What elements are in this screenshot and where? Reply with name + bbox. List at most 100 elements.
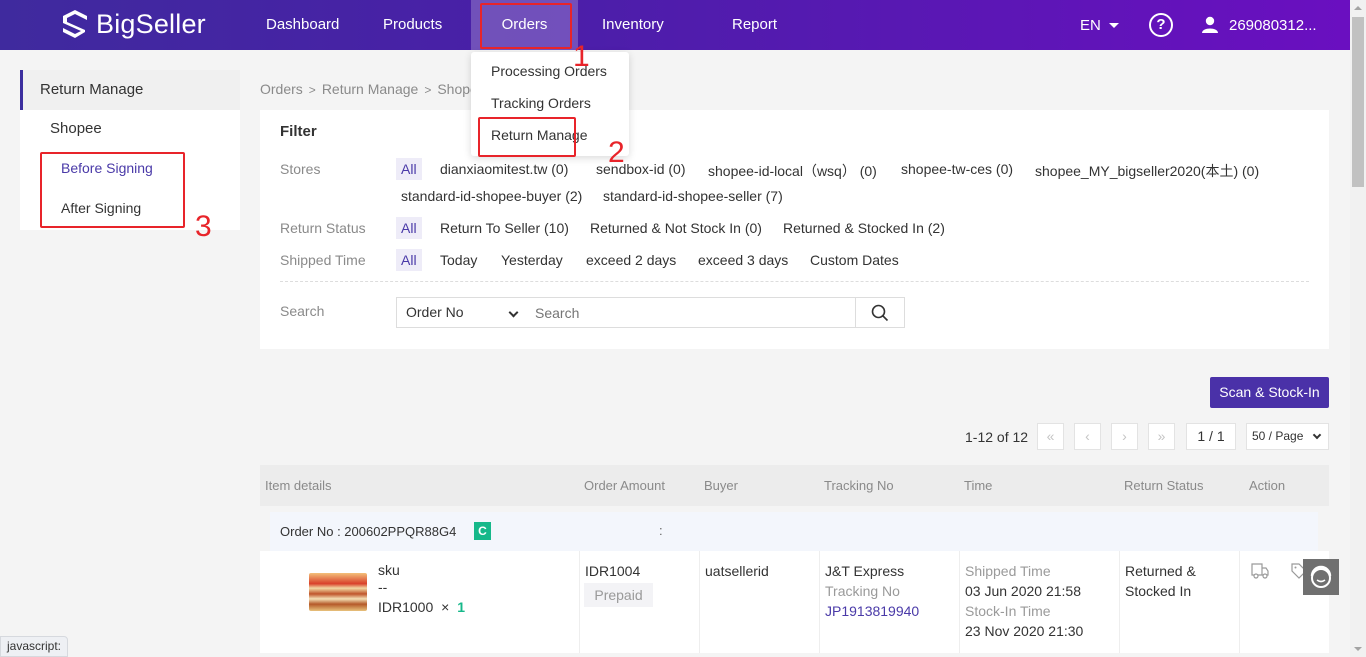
page-size-value: 50 / Page — [1252, 429, 1304, 443]
browser-status-bar: javascript: — [0, 636, 69, 657]
truck-icon[interactable] — [1250, 562, 1270, 580]
page-scrollbar[interactable] — [1350, 0, 1366, 657]
item-price: IDR1000 — [378, 599, 434, 615]
annotation-number-2: 2 — [608, 136, 625, 169]
search-field-value: Order No — [406, 304, 464, 320]
search-label: Search — [280, 303, 325, 319]
brand-logo[interactable]: BigSeller — [60, 8, 206, 40]
user-menu[interactable]: 269080312... — [1201, 0, 1317, 50]
return-status-option[interactable]: Return To Seller (10) — [440, 220, 569, 236]
times-icon: × — [441, 599, 450, 615]
column-time: Time — [964, 478, 993, 493]
sidebar-title[interactable]: Return Manage — [20, 70, 240, 110]
annotation-box-3 — [40, 152, 185, 228]
order-meta-separator: : — [659, 523, 663, 538]
filter-divider — [280, 281, 1309, 282]
column-buyer: Buyer — [704, 478, 738, 493]
table-header: Item details Order Amount Buyer Tracking… — [260, 465, 1329, 506]
shipped-time-option[interactable]: exceed 3 days — [698, 252, 788, 268]
cell-divider — [579, 551, 580, 653]
return-status-label: Return Status — [280, 220, 366, 236]
shipped-time-option[interactable]: Custom Dates — [810, 252, 899, 268]
breadcrumb-return-manage[interactable]: Return Manage — [322, 81, 419, 97]
last-page-button[interactable]: » — [1148, 423, 1175, 450]
next-page-button[interactable]: › — [1111, 423, 1138, 450]
scroll-down-arrow-icon[interactable] — [1354, 647, 1362, 651]
language-label: EN — [1080, 16, 1101, 34]
chevron-down-icon — [508, 307, 519, 318]
customer-support-button[interactable] — [1303, 559, 1339, 595]
store-option[interactable]: dianxiaomitest.tw (0) — [440, 161, 568, 177]
nav-products[interactable]: Products — [373, 0, 452, 50]
breadcrumb-separator: > — [424, 83, 432, 97]
item-quantity: 1 — [457, 599, 466, 615]
table-row: sku -- IDR1000 × 1 IDR1004 Prepaid uatse… — [260, 551, 1329, 653]
cell-divider — [1119, 551, 1120, 653]
breadcrumb-separator: > — [308, 83, 316, 97]
breadcrumb-orders[interactable]: Orders — [260, 81, 303, 97]
stockin-time-value: 23 Nov 2020 21:30 — [965, 623, 1084, 639]
return-status-option[interactable]: Returned & Not Stock In (0) — [590, 220, 762, 236]
first-page-button[interactable]: « — [1037, 423, 1064, 450]
nav-report[interactable]: Report — [722, 0, 787, 50]
annotation-number-1: 1 — [573, 40, 590, 73]
search-button[interactable] — [855, 297, 905, 328]
cell-divider — [819, 551, 820, 653]
annotation-box-1 — [480, 3, 572, 49]
column-item-details: Item details — [265, 478, 332, 493]
page-size-select[interactable]: 50 / Page — [1246, 423, 1329, 450]
scroll-thumb[interactable] — [1352, 17, 1364, 187]
annotation-number-3: 3 — [195, 210, 212, 243]
shipped-time-option[interactable]: exceed 2 days — [586, 252, 676, 268]
nav-dashboard[interactable]: Dashboard — [256, 0, 349, 50]
store-option[interactable]: shopee_MY_bigseller2020(本土) (0) — [1035, 161, 1259, 181]
prev-page-button[interactable]: ‹ — [1074, 423, 1101, 450]
item-price-qty: IDR1000 × 1 — [378, 597, 465, 617]
brand-name: BigSeller — [96, 8, 206, 39]
stores-label: Stores — [280, 161, 321, 177]
filter-panel: Filter Stores All dianxiaomitest.tw (0) … — [260, 110, 1329, 349]
nav-inventory[interactable]: Inventory — [592, 0, 674, 50]
current-page-input[interactable]: 1 / 1 — [1186, 423, 1236, 450]
tracking-number-link[interactable]: JP1913819940 — [825, 601, 919, 621]
payment-badge: Prepaid — [584, 583, 653, 607]
cell-divider — [699, 551, 700, 653]
cell-divider — [1239, 551, 1240, 653]
menu-item-tracking-orders[interactable]: Tracking Orders — [491, 95, 591, 111]
store-option[interactable]: shopee-id-local（wsq） (0) — [708, 161, 877, 181]
search-input[interactable] — [525, 297, 856, 328]
shipped-time-label: Shipped Time — [965, 563, 1051, 579]
breadcrumb: Orders > Return Manage > Shopee — [260, 81, 486, 97]
store-option-all[interactable]: All — [396, 158, 422, 180]
shipped-time-value: 03 Jun 2020 21:58 — [965, 583, 1081, 599]
scroll-up-arrow-icon[interactable] — [1354, 6, 1362, 10]
return-status-option[interactable]: Returned & Stocked In (2) — [783, 220, 945, 236]
order-badge: C — [474, 522, 491, 540]
carrier-name: J&T Express — [825, 563, 905, 579]
column-order-amount: Order Amount — [584, 478, 665, 493]
cell-divider — [959, 551, 960, 653]
shipped-time-option-all[interactable]: All — [396, 249, 422, 271]
column-action: Action — [1249, 478, 1286, 493]
chevron-down-icon — [1312, 430, 1322, 440]
return-status-option-all[interactable]: All — [396, 217, 422, 239]
product-thumbnail[interactable] — [309, 573, 367, 611]
headset-icon — [1310, 565, 1332, 588]
shipped-time-label: Shipped Time — [280, 252, 366, 268]
column-return-status: Return Status — [1124, 478, 1204, 493]
store-option[interactable]: shopee-tw-ces (0) — [901, 161, 1013, 177]
help-button[interactable]: ? — [1149, 0, 1173, 50]
item-variant: -- — [378, 579, 388, 595]
store-option[interactable]: standard-id-shopee-buyer (2) — [401, 188, 582, 204]
stockin-time-label: Stock-In Time — [965, 603, 1051, 619]
store-option[interactable]: standard-id-shopee-seller (7) — [603, 188, 783, 204]
shipped-time-option[interactable]: Today — [440, 252, 477, 268]
shipped-time-option[interactable]: Yesterday — [501, 252, 563, 268]
language-selector[interactable]: EN — [1080, 0, 1119, 50]
username: 269080312... — [1229, 16, 1317, 34]
scan-stock-in-button[interactable]: Scan & Stock-In — [1210, 377, 1329, 408]
order-header-row: Order No : 200602PPQR88G4 C : — [270, 512, 1318, 551]
bigseller-logo-icon — [63, 10, 87, 38]
search-field-select[interactable]: Order No — [396, 297, 526, 328]
column-tracking-no: Tracking No — [824, 478, 894, 493]
